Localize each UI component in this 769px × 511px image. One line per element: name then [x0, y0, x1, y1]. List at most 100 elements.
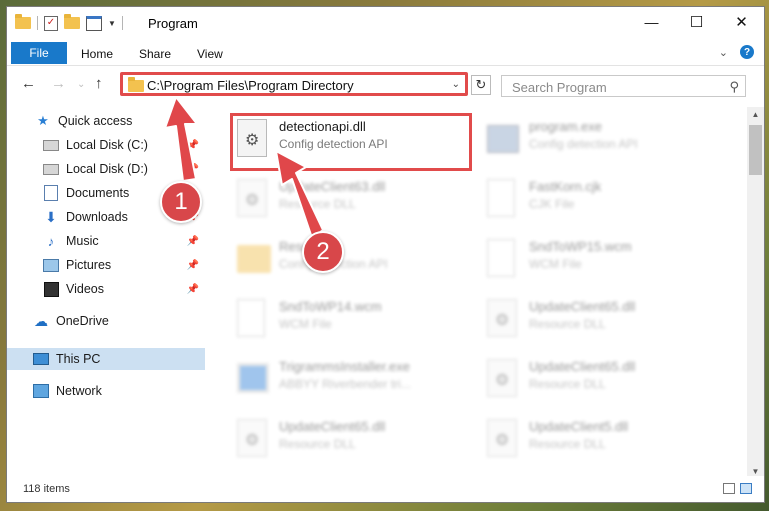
- pictures-icon: [43, 258, 59, 272]
- large-icons-view-icon[interactable]: [740, 483, 752, 494]
- search-input[interactable]: [510, 78, 714, 96]
- pin-icon[interactable]: 📌: [187, 140, 199, 151]
- sidebar-item-onedrive[interactable]: ☁ OneDrive: [7, 310, 205, 332]
- back-button[interactable]: ←: [21, 75, 36, 92]
- pin-icon[interactable]: 📌: [187, 164, 199, 175]
- address-path[interactable]: C:\Program Files\Program Directory: [147, 78, 354, 93]
- explorer-window: ✓ ▼ Program — ☐ ✕ File Home Share View ⌄…: [6, 6, 765, 503]
- file-type: Resource DLL: [279, 197, 356, 211]
- maximize-button[interactable]: ☐: [674, 7, 719, 37]
- file-item[interactable]: SndToWP14.wcm WCM File: [231, 291, 469, 347]
- sidebar-item-label: Music: [66, 234, 99, 248]
- star-icon: ★: [37, 113, 49, 128]
- address-bar[interactable]: C:\Program Files\Program Directory ⌄: [120, 72, 468, 96]
- customize-toolbar-dropdown-icon[interactable]: ▼: [108, 19, 116, 28]
- file-name: UpdateClient65.dll: [529, 299, 636, 314]
- file-item[interactable]: program.exe Config detection API: [481, 111, 719, 167]
- file-type: Resource DLL: [279, 437, 356, 451]
- sidebar-item-this-pc[interactable]: This PC: [7, 348, 205, 370]
- network-icon: [33, 384, 49, 398]
- file-icon: [237, 299, 269, 339]
- file-item[interactable]: UpdateClient65.dll Resource DLL: [481, 291, 719, 347]
- scroll-up-icon[interactable]: ▲: [747, 107, 764, 122]
- file-item[interactable]: UpdateClient65.dll Resource DLL: [231, 411, 469, 467]
- sidebar-item-local-disk-d[interactable]: Local Disk (D:) 📌: [7, 158, 205, 180]
- pin-icon[interactable]: 📌: [187, 236, 199, 247]
- recent-locations-icon[interactable]: ⌄: [77, 79, 85, 90]
- file-name: SndToWP15.wcm: [529, 239, 632, 254]
- file-name: UpdateClient63.dll: [279, 179, 386, 194]
- file-item[interactable]: UpdateClient63.dll Resource DLL: [231, 171, 469, 227]
- new-folder-icon[interactable]: [64, 14, 80, 29]
- minimize-button[interactable]: —: [629, 7, 674, 37]
- properties-icon[interactable]: [86, 15, 102, 31]
- ribbon: File Home Share View ⌄ ?: [7, 39, 764, 66]
- up-button[interactable]: ↑: [95, 75, 103, 92]
- status-bar: 118 items: [7, 476, 764, 502]
- sidebar-item-network[interactable]: Network: [7, 380, 205, 402]
- file-item[interactable]: FastKorn.cjk CJK File: [481, 171, 719, 227]
- search-icon[interactable]: ⚲: [729, 79, 739, 95]
- file-item-detectionapi[interactable]: detectionapi.dll Config detection API: [231, 111, 469, 167]
- refresh-button[interactable]: ↻: [471, 75, 491, 95]
- window-title: Program: [148, 16, 198, 31]
- address-dropdown-icon[interactable]: ⌄: [452, 79, 460, 90]
- pin-icon[interactable]: 📌: [187, 284, 199, 295]
- navigation-pane: ★ Quick access Local Disk (C:) 📌 Local D…: [7, 107, 205, 479]
- folder-icon: [15, 14, 31, 29]
- step-2-badge: 2: [302, 231, 344, 273]
- search-box[interactable]: ⚲: [501, 75, 746, 97]
- folder-icon: [128, 77, 144, 92]
- scrollbar-thumb[interactable]: [749, 125, 762, 175]
- sidebar-item-pictures[interactable]: Pictures 📌: [7, 254, 205, 276]
- cloud-icon: ☁: [34, 312, 48, 329]
- file-icon: [487, 179, 519, 219]
- sidebar-item-music[interactable]: ♪ Music 📌: [7, 230, 205, 252]
- sidebar-item-local-disk-c[interactable]: Local Disk (C:) 📌: [7, 134, 205, 156]
- quick-access-toolbar: ✓ ▼: [15, 13, 123, 33]
- window-controls: — ☐ ✕: [629, 7, 764, 37]
- view-buttons: [723, 483, 752, 494]
- item-count: 118 items: [23, 483, 70, 495]
- file-name: UpdateClient65.dll: [279, 419, 386, 434]
- details-view-icon[interactable]: [723, 483, 735, 494]
- gear-file-icon: [237, 419, 269, 459]
- pin-icon[interactable]: 📌: [187, 260, 199, 271]
- file-name: program.exe: [529, 119, 602, 134]
- sidebar-item-label: Pictures: [66, 258, 112, 272]
- documents-icon: [43, 185, 59, 201]
- title-bar: ✓ ▼ Program — ☐ ✕: [7, 7, 764, 39]
- file-type: ABBYY Riverbender tri...: [279, 377, 411, 391]
- file-item[interactable]: Resources Config detection API: [231, 231, 469, 287]
- tab-file[interactable]: File: [11, 42, 67, 64]
- close-button[interactable]: ✕: [719, 7, 764, 37]
- file-type: Resource DLL: [529, 437, 606, 451]
- folder-icon: [237, 239, 271, 279]
- sidebar-item-videos[interactable]: Videos 📌: [7, 278, 205, 300]
- file-type: Config detection API: [529, 137, 638, 151]
- sidebar-item-quick-access[interactable]: ★ Quick access: [7, 110, 205, 132]
- file-type: WCM File: [279, 317, 332, 331]
- sidebar-item-label: Videos: [66, 282, 104, 296]
- file-item[interactable]: SndToWP15.wcm WCM File: [481, 231, 719, 287]
- file-item[interactable]: UpdateClient65.dll Resource DLL: [481, 351, 719, 407]
- file-item[interactable]: TrigrammsInstaller.exe ABBYY Riverbender…: [231, 351, 469, 407]
- properties-check-icon[interactable]: ✓: [44, 15, 58, 31]
- expand-ribbon-icon[interactable]: ⌄: [719, 46, 728, 59]
- pc-icon: [33, 352, 49, 366]
- tab-view[interactable]: View: [197, 47, 223, 61]
- file-item[interactable]: UpdateClient5.dll Resource DLL: [481, 411, 719, 467]
- sidebar-item-label: This PC: [56, 352, 101, 366]
- file-type: Resource DLL: [529, 317, 606, 331]
- vertical-scrollbar[interactable]: ▲ ▼: [747, 107, 764, 479]
- sidebar-item-label: Documents: [66, 186, 130, 200]
- forward-button[interactable]: →: [51, 75, 66, 92]
- file-list: detectionapi.dll Config detection API pr…: [219, 107, 741, 477]
- gear-file-icon: [487, 419, 519, 459]
- sidebar-item-label: Local Disk (C:): [66, 138, 148, 152]
- tab-share[interactable]: Share: [139, 47, 171, 61]
- file-name: FastKorn.cjk: [529, 179, 602, 194]
- sidebar-item-label: Quick access: [58, 114, 133, 128]
- help-icon[interactable]: ?: [740, 45, 754, 59]
- tab-home[interactable]: Home: [81, 47, 113, 61]
